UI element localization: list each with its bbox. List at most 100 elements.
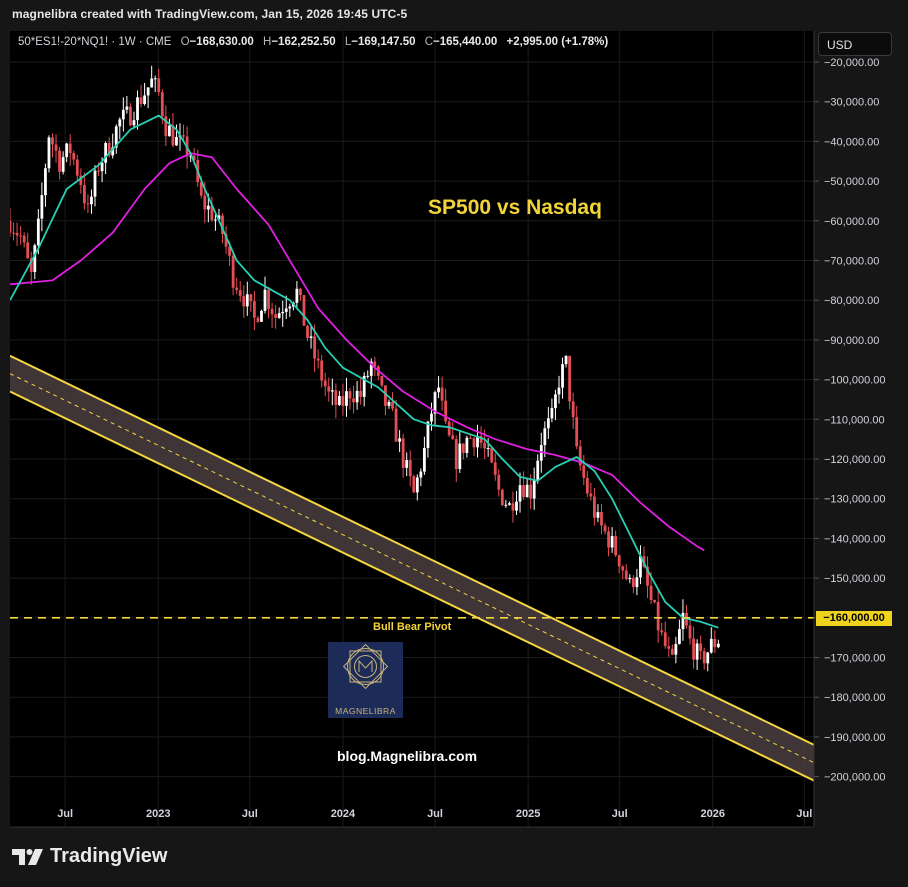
candle-body <box>561 364 564 388</box>
candle-body <box>54 144 58 151</box>
tradingview-brand: TradingView <box>50 845 168 867</box>
candle-body <box>263 289 267 311</box>
y-tick-label: −20,000.00 <box>824 57 879 69</box>
x-tick-label: 2025 <box>516 808 540 820</box>
candle-body <box>58 150 61 172</box>
candle-body <box>660 630 664 633</box>
candle-body <box>426 421 430 448</box>
candle-body <box>575 417 579 447</box>
candlestick-series[interactable] <box>9 65 720 672</box>
y-tick-label: −40,000.00 <box>824 136 879 148</box>
candle-body <box>242 295 246 307</box>
candle-body <box>493 462 497 475</box>
candle-body <box>302 295 306 326</box>
candle-body <box>61 157 65 172</box>
candle-body <box>663 632 667 647</box>
y-tick-label: −30,000.00 <box>824 97 879 109</box>
candle-body <box>454 439 458 470</box>
candle-body <box>82 185 86 204</box>
pivot-annotation[interactable]: Bull Bear Pivot <box>373 621 451 633</box>
candle-body <box>320 360 324 381</box>
candle-body <box>702 651 706 664</box>
time-axis[interactable]: Jul 2023 Jul 2024 Jul 2025 Jul 2026 Jul <box>10 808 814 828</box>
y-tick-label: −60,000.00 <box>824 216 879 228</box>
candle-body <box>249 294 253 302</box>
candle-body <box>504 504 508 506</box>
candle-body <box>86 203 90 205</box>
blog-url[interactable]: blog.Magnelibra.com <box>337 748 477 764</box>
candle-body <box>582 465 586 478</box>
candle-body <box>444 400 448 422</box>
y-tick-label: −180,000.00 <box>824 692 885 704</box>
candle-body <box>437 387 440 393</box>
candle-body <box>51 137 54 145</box>
candle-body <box>150 78 154 88</box>
candle-body <box>678 629 681 644</box>
candle-body <box>341 396 345 406</box>
candle-body <box>182 135 185 137</box>
candle-body <box>391 401 394 409</box>
candle-body <box>600 512 603 526</box>
candle-body <box>348 391 352 399</box>
candle-body <box>550 408 554 419</box>
channel-upper-line <box>10 354 814 746</box>
candle-body <box>337 396 341 405</box>
candle-body <box>415 477 419 493</box>
candle-body <box>486 447 490 449</box>
candle-body <box>118 119 122 127</box>
y-tick-label: −80,000.00 <box>824 295 879 307</box>
candle-body <box>716 643 720 648</box>
candle-body <box>430 413 433 422</box>
y-tick-label: −190,000.00 <box>824 732 885 744</box>
candle-body <box>274 314 278 318</box>
candle-body <box>458 443 462 470</box>
candle-body <box>387 401 391 406</box>
y-tick-label: −200,000.00 <box>824 772 885 784</box>
x-tick-label: Jul <box>57 808 73 820</box>
pivot-price-tag: −160,000.00 <box>816 611 892 626</box>
candle-body <box>281 311 285 314</box>
high-value: −162,252.50 <box>271 36 336 48</box>
candle-body <box>451 435 455 440</box>
symbol-label[interactable]: 50*ES1!-20*NQ1! · 1W · CME <box>18 36 171 48</box>
candle-body <box>709 638 713 653</box>
candle-body <box>593 496 596 518</box>
candle-body <box>525 484 529 498</box>
candle-body <box>330 390 334 392</box>
candle-body <box>536 460 540 480</box>
open-value: −168,630.00 <box>189 36 254 48</box>
candle-body <box>10 220 12 233</box>
candle-body <box>12 232 15 234</box>
candle-body <box>635 577 639 588</box>
candle-body <box>522 485 525 498</box>
y-tick-label: −170,000.00 <box>824 653 885 665</box>
tradingview-footer: TradingView <box>12 845 167 868</box>
candle-body <box>681 612 685 630</box>
candle-body <box>139 97 143 104</box>
candle-body <box>515 501 518 511</box>
y-tick-label: −140,000.00 <box>824 533 885 545</box>
change-value: +2,995.00 (+1.78%) <box>506 36 609 48</box>
currency-selector[interactable]: USD <box>818 32 892 56</box>
x-tick-label: 2023 <box>146 808 170 820</box>
candle-body <box>323 380 327 387</box>
candle-body <box>235 287 239 291</box>
candle-body <box>22 235 26 243</box>
candle-body <box>277 313 281 318</box>
channel-mid-line <box>10 373 814 764</box>
candle-body <box>68 143 72 154</box>
candle-body <box>306 325 309 338</box>
candle-body <box>508 503 511 505</box>
candle-body <box>461 443 465 453</box>
candle-body <box>695 643 699 660</box>
x-tick-label: Jul <box>612 808 628 820</box>
price-axis[interactable]: −20,000.00 −30,000.00 −40,000.00 −50,000.00… <box>813 31 885 827</box>
candle-body <box>252 301 256 318</box>
candle-body <box>380 375 384 386</box>
chart-title-annotation[interactable]: SP500 vs Nasdaq <box>428 196 602 220</box>
candle-body <box>93 170 97 197</box>
candle-body <box>260 310 263 322</box>
candle-body <box>554 394 557 409</box>
candle-body <box>238 290 242 296</box>
candle-body <box>571 401 575 418</box>
